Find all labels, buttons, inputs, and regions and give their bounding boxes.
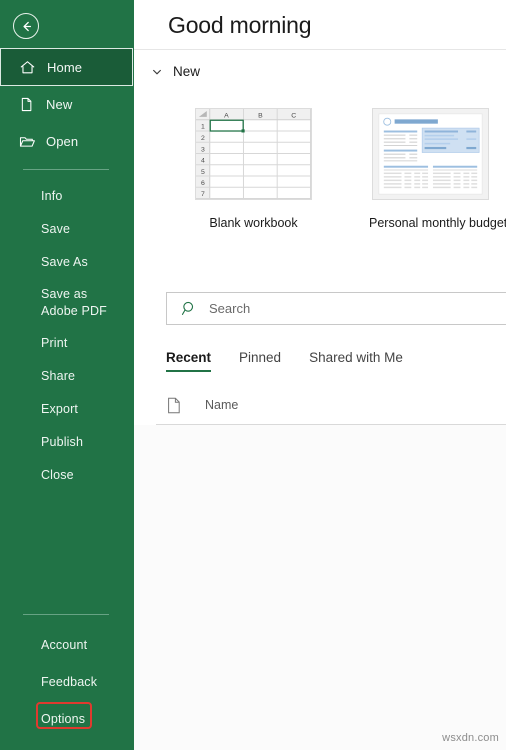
sidebar-item-print[interactable]: Print — [0, 327, 134, 360]
sidebar-item-label: Open — [46, 134, 79, 149]
backstage-main-pane: Good morning New A B C 1 2 3 4 5 6 7 Bla… — [134, 0, 506, 750]
sidebar-primary-nav: Home New Open — [0, 48, 134, 179]
watermark: wsxdn.com — [442, 732, 499, 744]
new-document-icon — [17, 95, 36, 114]
tab-recent[interactable]: Recent — [166, 350, 212, 372]
template-caption: Blank workbook — [209, 216, 298, 230]
svg-text:6: 6 — [201, 180, 205, 187]
sidebar-footer-nav: Account Feedback Options — [0, 605, 134, 738]
sidebar-item-export[interactable]: Export — [0, 393, 134, 426]
document-icon — [166, 396, 182, 414]
column-header-name: Name — [205, 398, 239, 412]
sidebar-item-publish[interactable]: Publish — [0, 426, 134, 459]
sidebar-item-share[interactable]: Share — [0, 360, 134, 393]
page-title: Good morning — [168, 12, 312, 38]
sidebar-item-options[interactable]: Options — [0, 701, 134, 738]
tab-pinned[interactable]: Pinned — [239, 350, 281, 372]
chevron-down-icon — [150, 65, 164, 79]
sidebar-item-label: New — [46, 97, 73, 112]
template-blank-workbook[interactable]: A B C 1 2 3 4 5 6 7 Blank workbook — [195, 108, 312, 230]
backstage-sidebar: Home New Open Info Save Save As Save as … — [0, 0, 134, 750]
sidebar-item-new[interactable]: New — [0, 86, 134, 123]
new-section-label: New — [173, 64, 201, 79]
sidebar-item-save-as[interactable]: Save As — [0, 246, 134, 279]
sidebar-divider-bottom — [23, 614, 109, 615]
sidebar-item-close[interactable]: Close — [0, 459, 134, 492]
template-personal-monthly-budget[interactable]: Personal monthly budget — [369, 108, 506, 230]
sidebar-item-info[interactable]: Info — [0, 180, 134, 213]
search-input[interactable] — [209, 298, 506, 319]
svg-text:1: 1 — [201, 124, 205, 131]
sidebar-divider — [23, 169, 109, 170]
home-icon — [18, 58, 37, 77]
sidebar-item-open[interactable]: Open — [0, 123, 134, 160]
back-arrow-icon[interactable] — [13, 13, 39, 39]
header-divider — [134, 49, 506, 50]
template-gallery: A B C 1 2 3 4 5 6 7 Blank workbook Perso… — [134, 108, 506, 236]
file-list-body — [134, 425, 506, 750]
search-icon — [179, 299, 199, 319]
sidebar-item-account[interactable]: Account — [0, 627, 134, 664]
svg-text:3: 3 — [201, 146, 205, 153]
personal-monthly-budget-thumbnail — [372, 108, 489, 200]
svg-text:2: 2 — [201, 135, 205, 142]
template-caption: Personal monthly budget — [369, 216, 506, 230]
svg-text:5: 5 — [201, 169, 205, 176]
sidebar-item-home[interactable]: Home — [0, 48, 133, 86]
excel-backstage-view: Home New Open Info Save Save As Save as … — [0, 0, 506, 750]
sidebar-item-save-as-adobe-pdf[interactable]: Save as Adobe PDF — [0, 279, 110, 327]
sidebar-item-save[interactable]: Save — [0, 213, 134, 246]
sidebar-item-feedback[interactable]: Feedback — [0, 664, 134, 701]
sidebar-secondary-nav: Info Save Save As Save as Adobe PDF Prin… — [0, 180, 134, 492]
svg-text:7: 7 — [201, 191, 205, 198]
open-folder-icon — [17, 132, 36, 151]
new-section-header[interactable]: New — [150, 64, 200, 79]
file-list-header: Name — [166, 396, 238, 414]
svg-text:C: C — [291, 112, 296, 119]
svg-text:A: A — [224, 112, 229, 119]
blank-workbook-thumbnail: A B C 1 2 3 4 5 6 7 — [195, 108, 312, 200]
search-box[interactable] — [166, 292, 506, 325]
svg-text:B: B — [258, 112, 263, 119]
sidebar-item-label: Home — [47, 59, 83, 75]
recent-files-tabs: Recent Pinned Shared with Me — [166, 350, 431, 372]
tab-shared-with-me[interactable]: Shared with Me — [309, 350, 403, 372]
svg-text:4: 4 — [201, 158, 205, 165]
